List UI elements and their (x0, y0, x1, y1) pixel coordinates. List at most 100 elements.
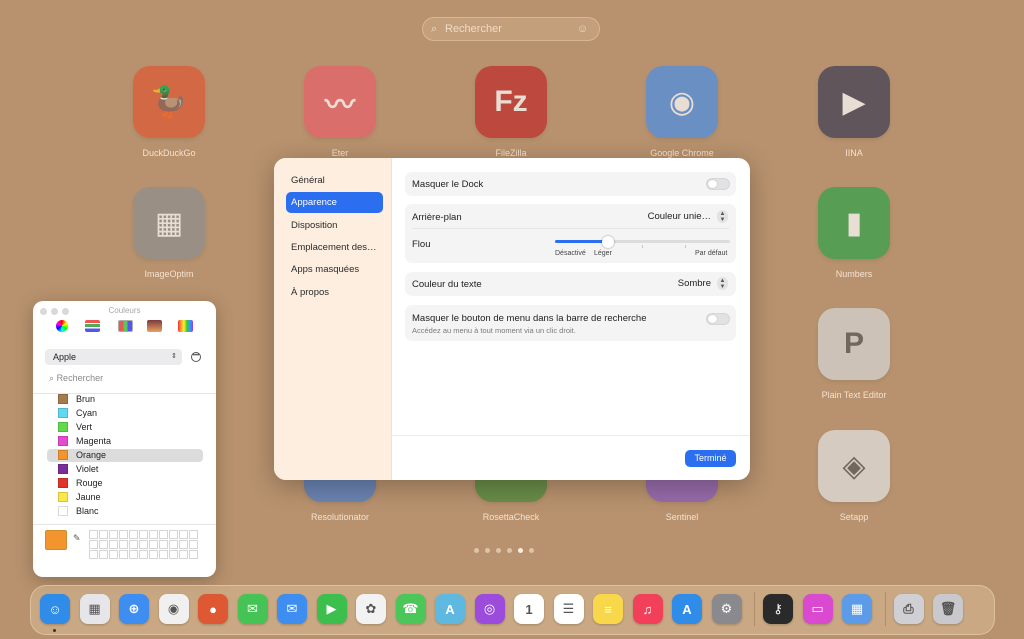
color-sliders-icon[interactable] (85, 320, 100, 332)
palette-select[interactable]: Apple ⇕ (45, 349, 182, 365)
dock-phone-icon[interactable]: ☎ (395, 594, 426, 624)
app-google-chrome[interactable]: ◉ Google Chrome (622, 66, 742, 158)
dock-maps-icon[interactable]: A (435, 594, 465, 624)
app-setapp[interactable]: ◈ Setapp (794, 430, 914, 522)
dock-cleanmymac-icon[interactable]: ▭ (802, 594, 833, 624)
launchpad-search[interactable]: ⌕ Rechercher ☺ (422, 17, 600, 41)
empty-swatch[interactable] (159, 550, 168, 559)
page-dot[interactable] (496, 548, 501, 553)
page-dot[interactable] (507, 548, 512, 553)
color-item-cyan[interactable]: Cyan (47, 407, 203, 420)
empty-swatch[interactable] (119, 530, 128, 539)
empty-swatch[interactable] (169, 550, 178, 559)
dock-music-icon[interactable]: ♫ (632, 594, 663, 624)
empty-swatch[interactable] (99, 550, 108, 559)
background-popup[interactable]: Couleur unie… ▲ ▼ (648, 210, 728, 223)
color-item-violet[interactable]: Violet (47, 463, 203, 476)
empty-swatch[interactable] (99, 540, 108, 549)
empty-swatch[interactable] (169, 530, 178, 539)
sidebar-item-locations[interactable]: Emplacement des… (286, 237, 383, 258)
dock-messages-icon[interactable]: ✉ (237, 594, 268, 624)
empty-swatch[interactable] (189, 530, 198, 539)
empty-swatch[interactable] (119, 540, 128, 549)
app-plain-text-editor[interactable]: P Plain Text Editor (794, 308, 914, 400)
dock-safari-icon[interactable]: ⊕ (119, 594, 149, 624)
empty-swatch[interactable] (149, 550, 158, 559)
empty-swatch[interactable] (139, 530, 148, 539)
crayons-icon[interactable] (178, 320, 193, 332)
page-dot[interactable] (474, 548, 479, 553)
sidebar-item-hidden-apps[interactable]: Apps masquées (286, 259, 383, 280)
dock-google-chrome-icon[interactable]: ◉ (158, 594, 189, 624)
more-options-icon[interactable]: ••• (191, 352, 201, 362)
dock-notes-icon[interactable]: ≡ (593, 594, 623, 624)
current-color-well[interactable] (45, 530, 67, 550)
dock-keys-icon[interactable]: ⚷ (763, 594, 793, 624)
dock-system-settings-icon[interactable]: ⚙ (711, 594, 742, 624)
empty-swatch[interactable] (149, 540, 158, 549)
empty-swatch[interactable] (129, 550, 138, 559)
done-button[interactable]: Terminé (685, 450, 736, 467)
empty-swatch[interactable] (109, 550, 118, 559)
page-dot[interactable] (485, 548, 490, 553)
empty-swatch[interactable] (149, 530, 158, 539)
dock-trash-icon[interactable]: 🗑 (933, 594, 963, 624)
color-item-orange[interactable]: Orange (47, 449, 203, 462)
dock-facetime-icon[interactable]: ▶ (316, 594, 347, 624)
dock-launchpad-icon[interactable]: ▦ (79, 594, 110, 624)
dock-podcasts-icon[interactable]: ◎ (474, 594, 505, 624)
sidebar-item-about[interactable]: À propos (286, 282, 383, 303)
app-numbers[interactable]: ▮ Numbers (794, 187, 914, 279)
app-eter[interactable]: 〰 Eter (280, 66, 400, 158)
hide-menu-toggle[interactable] (706, 313, 730, 325)
empty-swatch[interactable] (89, 530, 98, 539)
dock-duckduckgo-icon[interactable]: ● (198, 594, 228, 624)
eyedropper-icon[interactable]: ✎ (73, 533, 81, 544)
empty-swatch[interactable] (139, 540, 148, 549)
sidebar-item-general[interactable]: Général (286, 170, 383, 191)
dock-app-store-icon[interactable]: A (672, 594, 702, 624)
app-duckduckgo[interactable]: 🦆 DuckDuckGo (109, 66, 229, 158)
page-dot[interactable] (529, 548, 534, 553)
dock-mail-icon[interactable]: ✉ (277, 594, 307, 624)
app-imageoptim[interactable]: ▦ ImageOptim (109, 187, 229, 279)
dock-printer-icon[interactable]: ⎙ (893, 594, 924, 624)
empty-swatch[interactable] (169, 540, 178, 549)
color-item-blanc[interactable]: Blanc (47, 505, 203, 518)
empty-swatch[interactable] (109, 540, 118, 549)
empty-swatch[interactable] (179, 530, 188, 539)
text-color-popup[interactable]: Sombre ▲ ▼ (678, 277, 728, 290)
dock-calendar-icon[interactable]: 1 (514, 594, 544, 624)
dock-finder-icon[interactable]: ☺ (40, 594, 70, 624)
sidebar-item-layout[interactable]: Disposition (286, 215, 383, 236)
colors-search[interactable]: ⌕ Rechercher (49, 373, 103, 384)
image-palettes-icon[interactable] (147, 320, 162, 332)
app-iina[interactable]: ▶ IINA (794, 66, 914, 158)
empty-swatch[interactable] (129, 530, 138, 539)
color-item-rouge[interactable]: Rouge (47, 477, 203, 490)
hide-dock-toggle[interactable] (706, 178, 730, 190)
color-wheel-icon[interactable] (56, 320, 68, 332)
color-palettes-icon[interactable] (118, 320, 133, 332)
color-item-brun[interactable]: Brun (47, 393, 203, 406)
empty-swatch[interactable] (179, 540, 188, 549)
color-item-jaune[interactable]: Jaune (47, 491, 203, 504)
empty-swatch[interactable] (159, 530, 168, 539)
empty-swatch[interactable] (99, 530, 108, 539)
empty-swatch[interactable] (109, 530, 118, 539)
color-item-magenta[interactable]: Magenta (47, 435, 203, 448)
empty-swatch[interactable] (89, 540, 98, 549)
empty-swatch[interactable] (139, 550, 148, 559)
empty-swatch[interactable] (129, 540, 138, 549)
blur-slider-knob[interactable] (601, 236, 614, 248)
empty-swatch[interactable] (89, 550, 98, 559)
empty-swatch[interactable] (119, 550, 128, 559)
color-item-vert[interactable]: Vert (47, 421, 203, 434)
page-dot[interactable] (518, 548, 523, 553)
empty-swatch[interactable] (189, 550, 198, 559)
sidebar-item-appearance[interactable]: Apparence (286, 192, 383, 213)
empty-swatch[interactable] (179, 550, 188, 559)
dock-reminders-icon[interactable]: ☰ (553, 594, 584, 624)
empty-swatch[interactable] (159, 540, 168, 549)
dock-photos-icon[interactable]: ✿ (356, 594, 386, 624)
